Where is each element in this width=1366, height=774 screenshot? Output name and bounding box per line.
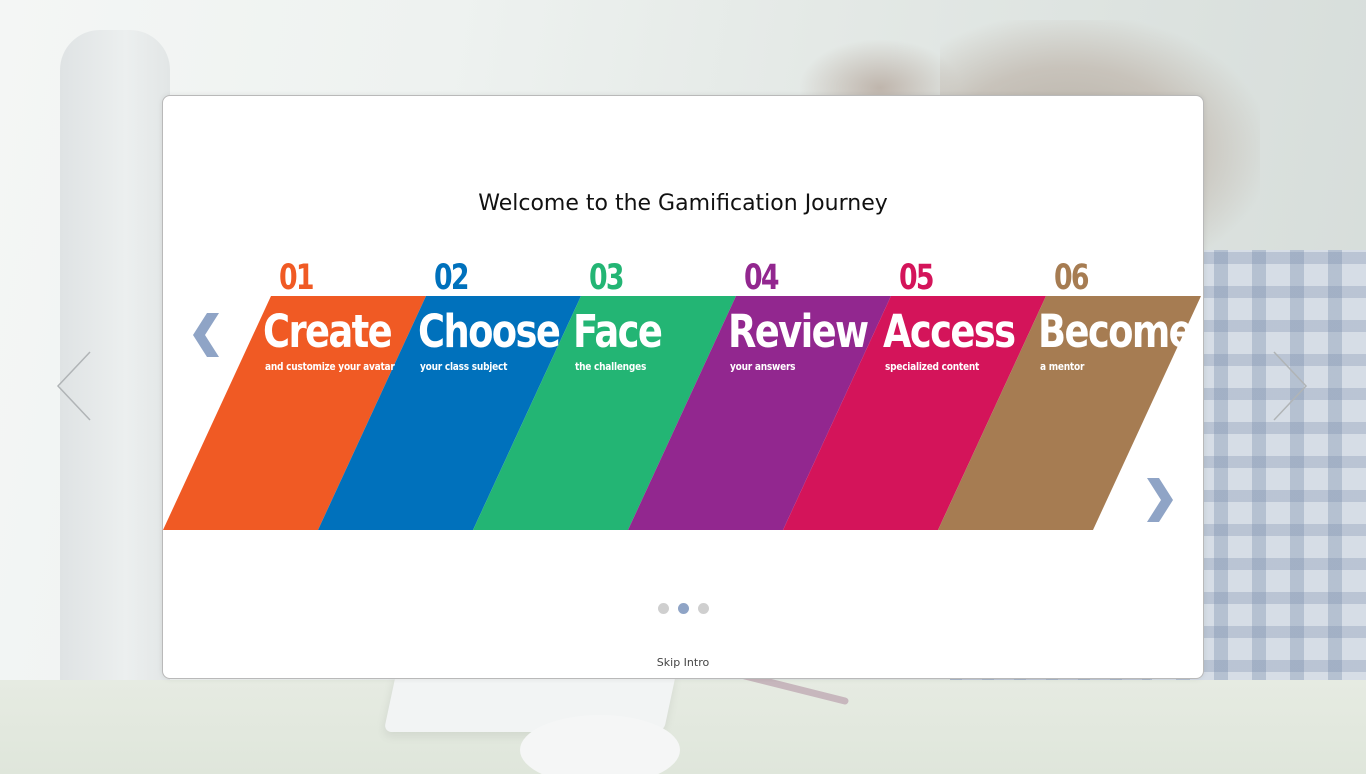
pagination-dot[interactable] — [657, 603, 669, 614]
journey-steps: 01 Create and customize your avatar 02 Choos… — [163, 258, 1203, 538]
step-face: 03 Face the challenges — [573, 258, 734, 538]
step-label: Become — [1038, 305, 1194, 358]
step-number: 06 — [1054, 258, 1090, 298]
pagination-dot[interactable] — [697, 603, 709, 614]
step-number: 01 — [279, 258, 315, 298]
page-title: Welcome to the Gamification Journey — [478, 191, 888, 216]
step-label: Create — [263, 305, 393, 358]
outer-next-arrow-icon[interactable] — [1272, 350, 1308, 422]
step-number: 02 — [434, 258, 470, 298]
chevron-right-icon — [1147, 478, 1173, 522]
next-slide-button[interactable] — [1143, 476, 1177, 524]
step-label: Face — [573, 305, 663, 358]
step-number: 04 — [744, 258, 780, 298]
step-label: Review — [728, 305, 869, 358]
step-choose: 02 Choose your class subject — [418, 258, 579, 538]
step-subtitle: your class subject — [420, 360, 508, 373]
step-label: Choose — [418, 305, 561, 358]
step-create: 01 Create and customize your avatar — [263, 258, 424, 538]
skip-intro-link[interactable]: Skip Intro — [163, 656, 1203, 669]
step-number: 03 — [589, 258, 625, 298]
step-subtitle: a mentor — [1040, 360, 1085, 373]
intro-modal: Welcome to the Gamification Journey 01 Cr… — [162, 95, 1204, 679]
outer-prev-arrow-icon[interactable] — [56, 350, 92, 422]
chevron-left-icon — [193, 313, 219, 357]
step-subtitle: and customize your avatar — [265, 360, 395, 373]
pagination-dot[interactable] — [677, 603, 689, 614]
step-subtitle: your answers — [730, 360, 796, 373]
step-number: 05 — [899, 258, 935, 298]
step-subtitle: the challenges — [575, 360, 647, 373]
step-subtitle: specialized content — [885, 360, 980, 373]
step-label: Access — [883, 305, 1016, 358]
background-desk — [0, 680, 1366, 774]
carousel-pagination — [163, 603, 1203, 614]
step-review: 04 Review your answers — [728, 258, 889, 538]
prev-slide-button[interactable] — [189, 311, 223, 359]
step-access: 05 Access specialized content — [883, 258, 1044, 538]
